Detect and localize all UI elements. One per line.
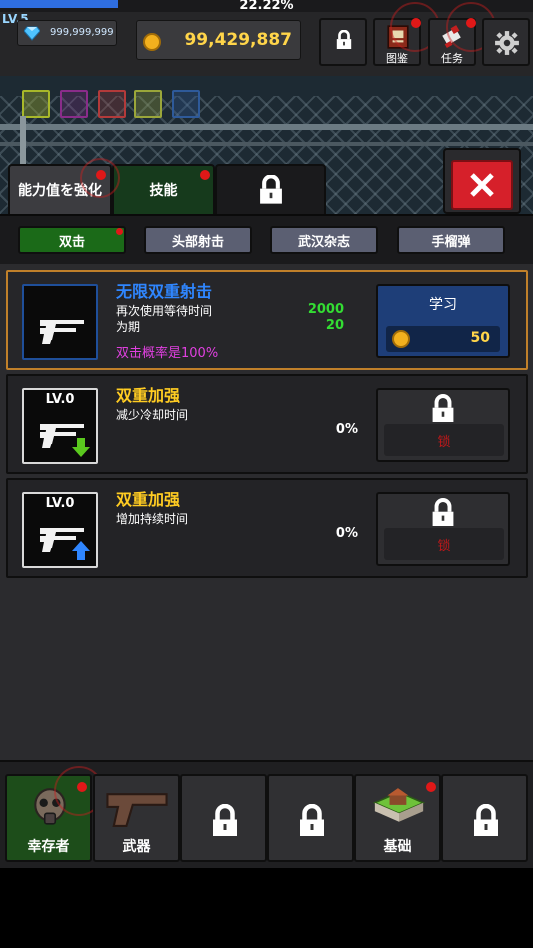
skill-card[interactable]: LV.0 双重加强 减少冷却时间 0% 锁 xyxy=(6,374,528,474)
lock-icon xyxy=(432,394,454,422)
skill-list: 无限双重射击 再次使用等待时间 为期 2000 20 双击概率是100% 学习 … xyxy=(0,264,533,760)
skill-value: 0% xyxy=(335,526,358,541)
nav-locked[interactable] xyxy=(180,774,267,862)
coin-amount: 99,429,887 xyxy=(184,30,292,50)
duration-value: 20 xyxy=(325,318,344,333)
skill-card[interactable]: 无限双重射击 再次使用等待时间 为期 2000 20 双击概率是100% 学习 … xyxy=(6,270,528,370)
skill-value: 0% xyxy=(335,422,358,437)
double-tap-chance: 双击概率是100% xyxy=(116,346,219,361)
coin-icon xyxy=(392,330,410,348)
settings-button[interactable] xyxy=(482,18,530,66)
nav-survivor-label: 幸存者 xyxy=(27,839,70,855)
skill-title: 双重加强 xyxy=(116,490,181,509)
game-screen: 22.22% LV.5 999,999,999 99,429,887 图鉴 任务… xyxy=(0,0,533,948)
double-gun-icon xyxy=(40,320,84,344)
skill-desc: 增加持续时间 xyxy=(116,512,189,526)
skill-level: LV.0 xyxy=(45,496,75,511)
skill-icon-frame xyxy=(22,284,98,360)
arrow-up-icon xyxy=(72,541,90,560)
subtab-grenade[interactable]: 手榴弹 xyxy=(397,226,505,254)
buff-speed-icon xyxy=(172,90,200,118)
nav-weapon-label: 武器 xyxy=(122,839,151,855)
subtab-headshot[interactable]: 头部射击 xyxy=(144,226,252,254)
subtab-label: 武汉杂志 xyxy=(297,234,350,250)
fence-rail xyxy=(0,124,533,130)
pistol-icon xyxy=(106,793,168,827)
learn-label: 学习 xyxy=(429,297,457,313)
buff-shot-icon xyxy=(60,90,88,118)
house-icon xyxy=(372,788,426,822)
highlight-ring xyxy=(80,158,120,198)
subtab-label: 手榴弹 xyxy=(431,234,471,250)
subtab-label: 双击 xyxy=(58,234,85,250)
lock-icon xyxy=(213,804,237,836)
nav-locked[interactable] xyxy=(441,774,528,862)
skill-desc: 减少冷却时间 xyxy=(116,408,189,422)
notification-dot xyxy=(426,782,436,792)
tab-skill[interactable]: 技能 xyxy=(112,164,215,214)
learn-cost: 50 xyxy=(386,326,500,352)
lock-label: 锁 xyxy=(384,528,504,560)
cost-amount: 50 xyxy=(470,330,490,346)
lock-icon xyxy=(432,498,454,526)
skill-desc-cooldown: 再次使用等待时间 xyxy=(116,304,213,318)
notification-dot xyxy=(200,170,210,180)
tab-skill-label: 技能 xyxy=(149,183,178,199)
skill-icon-frame: LV.0 xyxy=(22,388,98,464)
buff-grenade-icon xyxy=(134,90,162,118)
diamond-icon xyxy=(24,26,40,41)
nav-base[interactable]: 基础 xyxy=(354,774,441,862)
gear-icon xyxy=(495,31,519,55)
screen-bottom-area xyxy=(0,868,533,948)
close-icon xyxy=(470,173,494,197)
skill-icon-frame: LV.0 xyxy=(22,492,98,568)
gem-amount: 999,999,999 xyxy=(50,27,114,38)
codex-label: 图鉴 xyxy=(386,52,408,65)
buff-gun-icon xyxy=(22,90,50,118)
nav-locked[interactable] xyxy=(267,774,354,862)
lock-icon xyxy=(336,30,352,49)
buff-magazine-icon xyxy=(98,90,126,118)
skill-level: LV.0 xyxy=(45,392,75,407)
cooldown-value: 2000 xyxy=(307,302,344,317)
notification-dot xyxy=(116,228,123,235)
arrow-down-icon xyxy=(72,438,90,457)
skill-desc-duration: 为期 xyxy=(116,320,141,334)
gem-counter[interactable]: 999,999,999 xyxy=(17,20,117,46)
lock-icon xyxy=(259,175,282,204)
close-button[interactable] xyxy=(443,148,521,214)
nav-weapon[interactable]: 武器 xyxy=(93,774,180,862)
coin-icon xyxy=(143,33,161,51)
coin-counter[interactable]: 99,429,887 xyxy=(136,20,301,60)
locked-button[interactable]: 锁 xyxy=(376,388,510,462)
lock-icon xyxy=(300,804,324,836)
nav-base-label: 基础 xyxy=(383,839,412,855)
skill-title: 无限双重射击 xyxy=(116,282,213,301)
mission-label: 任务 xyxy=(441,52,463,65)
close-button-face xyxy=(451,160,513,210)
subtab-label: 头部射击 xyxy=(171,234,224,250)
lock-label: 锁 xyxy=(384,424,504,456)
fence-rail xyxy=(0,142,533,146)
skill-card[interactable]: LV.0 双重加强 增加持续时间 0% 锁 xyxy=(6,478,528,578)
tab-locked[interactable] xyxy=(215,164,326,214)
lock-icon xyxy=(474,804,498,836)
skill-subtabs: 双击 头部射击 武汉杂志 手榴弹 xyxy=(0,214,533,264)
subtab-double-tap[interactable]: 双击 xyxy=(18,226,126,254)
bottom-nav: 幸存者 武器 基础 xyxy=(0,760,533,868)
skill-title: 双重加强 xyxy=(116,386,181,405)
lock-button[interactable] xyxy=(319,18,367,66)
subtab-magazine[interactable]: 武汉杂志 xyxy=(270,226,378,254)
learn-button[interactable]: 学习 50 xyxy=(376,284,510,358)
locked-button[interactable]: 锁 xyxy=(376,492,510,566)
